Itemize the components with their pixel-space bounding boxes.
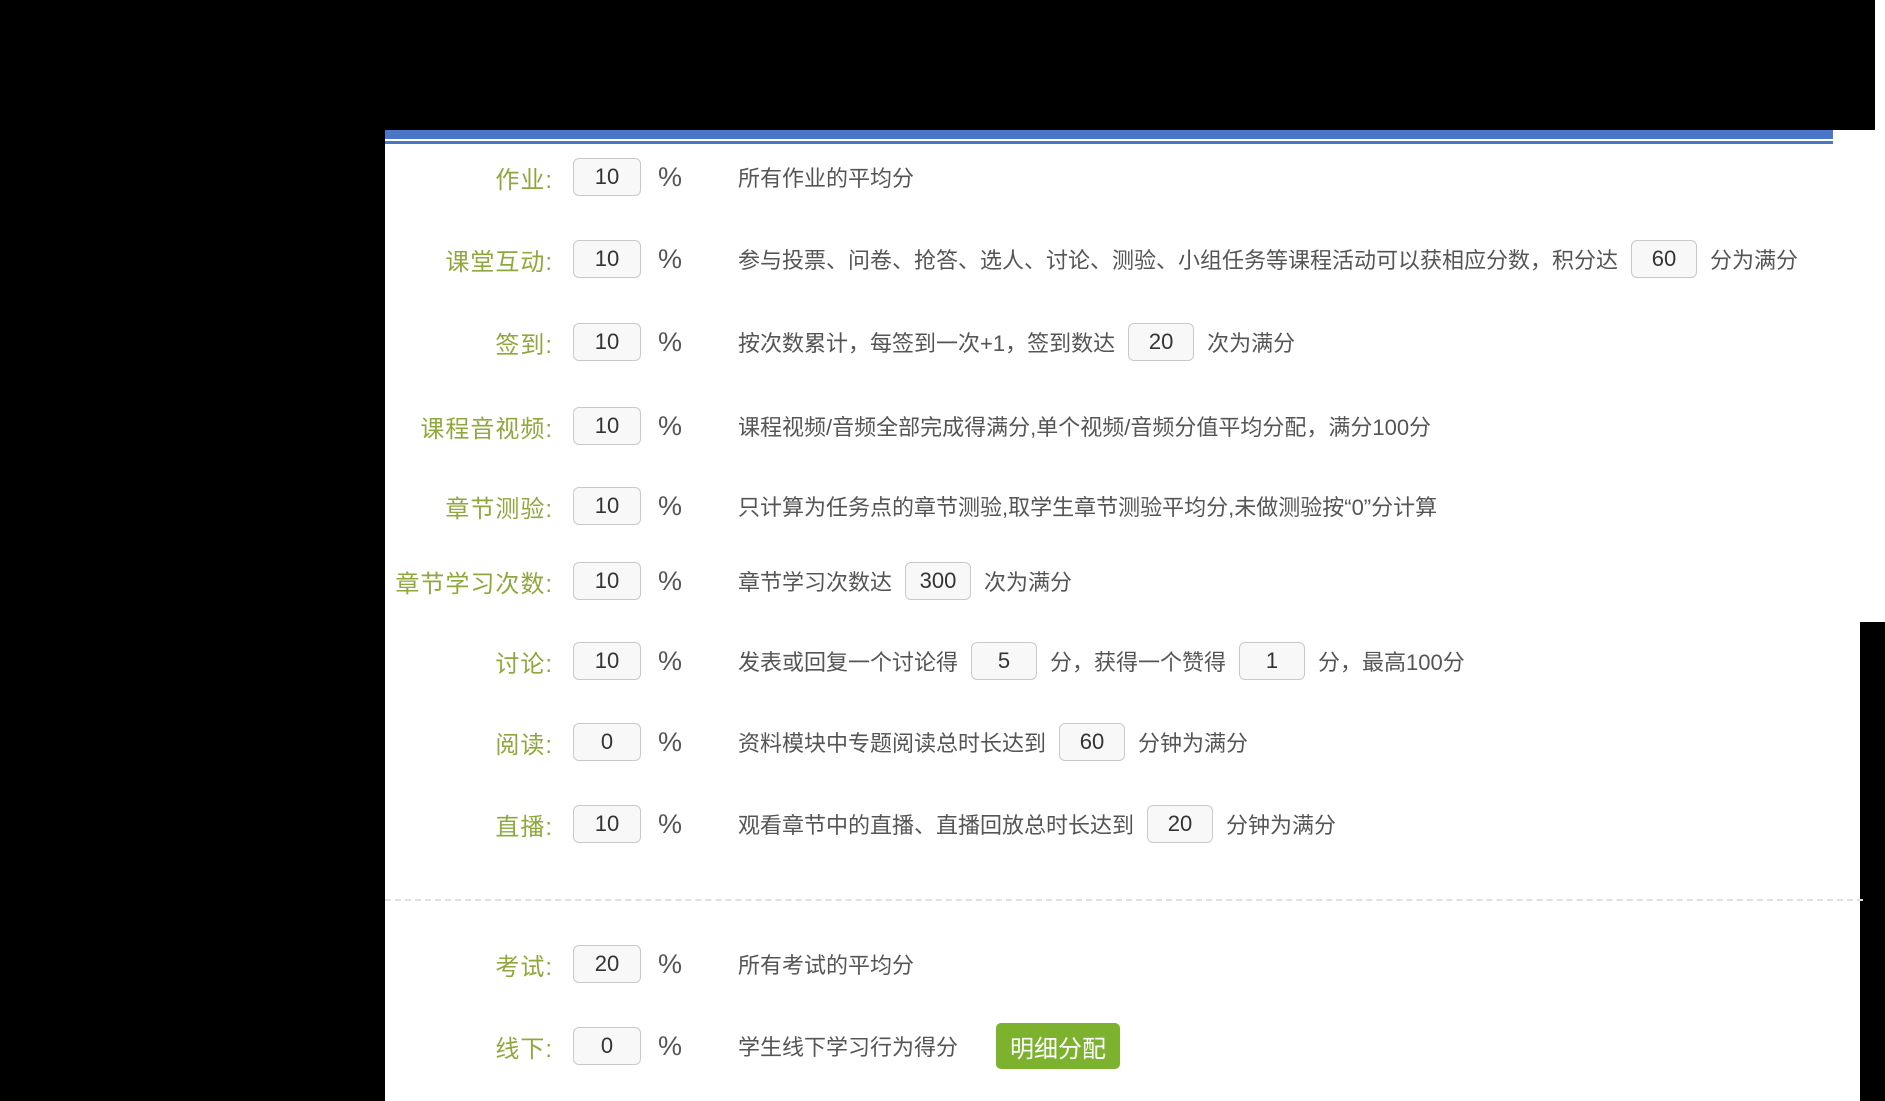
- desc-text: 观看章节中的直播、直播回放总时长达到: [738, 813, 1135, 838]
- row-description-offline: 学生线下学习行为得分 明细分配: [738, 1023, 1121, 1069]
- threshold-input-reading[interactable]: [1059, 723, 1126, 761]
- row-description-exam: 所有考试的平均分: [738, 948, 914, 980]
- weight-row-sign-in: 签到:% 按次数累计，每签到一次+1，签到数达 次为满分: [381, 322, 1295, 362]
- percent-input-sign-in[interactable]: [573, 323, 641, 361]
- percent-sign: %: [658, 243, 683, 274]
- weight-row-class-interaction: 课堂互动:% 参与投票、问卷、抢答、选人、讨论、测验、小组任务等课程活动可以获相应…: [381, 239, 1798, 279]
- row-description-homework: 所有作业的平均分: [738, 161, 914, 193]
- threshold-input-chapter-visits[interactable]: [905, 562, 972, 600]
- percent-input-discussion[interactable]: [573, 642, 641, 680]
- row-description-course-av: 课程视频/音频全部完成得满分,单个视频/音频分值平均分配，满分100分: [738, 410, 1431, 442]
- weight-row-reading: 阅读:% 资料模块中专题阅读总时长达到 分钟为满分: [381, 722, 1248, 762]
- row-label-class-interaction: 课堂互动:: [445, 248, 553, 276]
- weight-row-chapter-quiz: 章节测验:% 只计算为任务点的章节测验,取学生章节测验平均分,未做测验按“0”分计…: [381, 486, 1437, 526]
- percent-sign: %: [658, 161, 683, 192]
- threshold-input-sign-in[interactable]: [1128, 323, 1195, 361]
- weight-row-live: 直播:% 观看章节中的直播、直播回放总时长达到 分钟为满分: [381, 804, 1336, 844]
- percent-sign: %: [658, 1030, 683, 1061]
- weight-row-course-av: 课程音视频:% 课程视频/音频全部完成得满分,单个视频/音频分值平均分配，满分10…: [381, 406, 1431, 446]
- percent-input-chapter-visits[interactable]: [573, 562, 641, 600]
- percent-sign: %: [658, 808, 683, 839]
- percent-sign: %: [658, 410, 683, 441]
- desc-text: 分，最高100分: [1318, 650, 1465, 675]
- row-label-exam: 考试:: [495, 953, 553, 981]
- row-label-live: 直播:: [495, 813, 553, 841]
- desc-text: 课程视频/音频全部完成得满分,单个视频/音频分值平均分配，满分100分: [738, 415, 1432, 440]
- percent-input-live[interactable]: [573, 805, 641, 843]
- desc-text: 所有考试的平均分: [738, 953, 915, 978]
- row-label-chapter-quiz: 章节测验:: [445, 495, 553, 523]
- masked-region-left: [0, 130, 385, 1101]
- desc-text: 次为满分: [984, 570, 1073, 595]
- weight-row-chapter-visits: 章节学习次数:% 章节学习次数达 次为满分: [381, 561, 1072, 601]
- row-label-chapter-visits: 章节学习次数:: [395, 570, 553, 598]
- percent-sign: %: [658, 645, 683, 676]
- row-description-sign-in: 按次数累计，每签到一次+1，签到数达 次为满分: [738, 323, 1295, 361]
- row-description-live: 观看章节中的直播、直播回放总时长达到 分钟为满分: [738, 805, 1336, 843]
- weight-row-exam: 考试:% 所有考试的平均分: [381, 944, 914, 984]
- desc-text: 分为满分: [1710, 248, 1799, 273]
- percent-input-chapter-quiz[interactable]: [573, 487, 641, 525]
- desc-text: 只计算为任务点的章节测验,取学生章节测验平均分,未做测验按“0”分计算: [738, 495, 1438, 520]
- row-description-class-interaction: 参与投票、问卷、抢答、选人、讨论、测验、小组任务等课程活动可以获相应分数，积分达…: [738, 240, 1798, 278]
- percent-input-offline[interactable]: [573, 1027, 641, 1065]
- section-divider: [385, 899, 1863, 901]
- row-label-sign-in: 签到:: [495, 331, 553, 359]
- row-description-chapter-quiz: 只计算为任务点的章节测验,取学生章节测验平均分,未做测验按“0”分计算: [738, 490, 1437, 522]
- desc-text: 参与投票、问卷、抢答、选人、讨论、测验、小组任务等课程活动可以获相应分数，积分达: [738, 248, 1619, 273]
- percent-input-class-interaction[interactable]: [573, 240, 641, 278]
- percent-sign: %: [658, 490, 683, 521]
- masked-region-right: [1860, 622, 1885, 1101]
- desc-text: 资料模块中专题阅读总时长达到: [738, 731, 1047, 756]
- threshold-input-discussion[interactable]: [971, 642, 1038, 680]
- desc-text: 分钟为满分: [1138, 731, 1249, 756]
- desc-text: 分钟为满分: [1226, 813, 1337, 838]
- desc-text: 章节学习次数达: [738, 570, 893, 595]
- row-label-course-av: 课程音视频:: [420, 415, 553, 443]
- weight-row-offline: 线下:% 学生线下学习行为得分 明细分配: [381, 1023, 1121, 1069]
- percent-input-exam[interactable]: [573, 945, 641, 983]
- percent-sign: %: [658, 948, 683, 979]
- row-description-reading: 资料模块中专题阅读总时长达到 分钟为满分: [738, 723, 1248, 761]
- row-description-discussion: 发表或回复一个讨论得 分，获得一个赞得 分，最高100分: [738, 642, 1465, 680]
- grade-weight-settings-page: 作业:% 所有作业的平均分课堂互动:% 参与投票、问卷、抢答、选人、讨论、测验、小组…: [0, 0, 1885, 1101]
- desc-text: 次为满分: [1207, 331, 1296, 356]
- threshold-input-discussion[interactable]: [1239, 642, 1306, 680]
- desc-text: 发表或回复一个讨论得: [738, 650, 959, 675]
- percent-sign: %: [658, 326, 683, 357]
- masked-region-top: [0, 0, 1875, 130]
- percent-sign: %: [658, 565, 683, 596]
- row-label-offline: 线下:: [495, 1035, 553, 1063]
- weight-row-homework: 作业:% 所有作业的平均分: [381, 157, 914, 197]
- weight-row-discussion: 讨论:% 发表或回复一个讨论得 分，获得一个赞得 分，最高100分: [381, 641, 1465, 681]
- detail-allocation-button[interactable]: 明细分配: [996, 1023, 1121, 1069]
- threshold-input-live[interactable]: [1147, 805, 1214, 843]
- desc-text: 分，获得一个赞得: [1050, 650, 1227, 675]
- desc-text: 所有作业的平均分: [738, 166, 915, 191]
- desc-text: 学生线下学习行为得分: [738, 1035, 959, 1060]
- row-label-reading: 阅读:: [495, 731, 553, 759]
- percent-input-reading[interactable]: [573, 723, 641, 761]
- threshold-input-class-interaction[interactable]: [1631, 240, 1698, 278]
- row-description-chapter-visits: 章节学习次数达 次为满分: [738, 562, 1072, 600]
- desc-text: 按次数累计，每签到一次+1，签到数达: [738, 331, 1116, 356]
- row-label-discussion: 讨论:: [495, 650, 553, 678]
- percent-input-homework[interactable]: [573, 158, 641, 196]
- row-label-homework: 作业:: [495, 166, 553, 194]
- percent-sign: %: [658, 726, 683, 757]
- percent-input-course-av[interactable]: [573, 407, 641, 445]
